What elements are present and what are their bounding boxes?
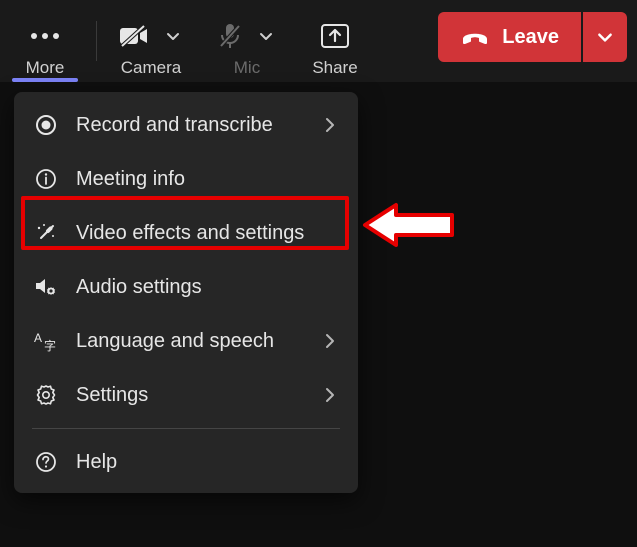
record-icon	[32, 114, 60, 136]
meeting-toolbar: More Camera Mic	[0, 0, 637, 82]
svg-text:A: A	[34, 331, 42, 345]
more-button[interactable]: More	[0, 0, 90, 82]
menu-item-record[interactable]: Record and transcribe	[14, 98, 358, 152]
svg-text:字: 字	[44, 338, 56, 352]
menu-item-meeting-info[interactable]: Meeting info	[14, 152, 358, 206]
menu-label: Settings	[76, 384, 320, 407]
hangup-icon	[460, 27, 490, 47]
mic-off-icon	[218, 23, 242, 49]
leave-button[interactable]: Leave	[438, 12, 581, 62]
more-label: More	[26, 58, 65, 78]
gear-icon	[32, 384, 60, 406]
menu-item-language[interactable]: A字 Language and speech	[14, 314, 358, 368]
magic-wand-icon	[32, 222, 60, 244]
menu-item-audio-settings[interactable]: Audio settings	[14, 260, 358, 314]
chevron-right-icon	[320, 117, 340, 133]
leave-dropdown[interactable]	[583, 12, 627, 62]
toolbar-separator	[96, 21, 97, 61]
menu-label: Meeting info	[76, 168, 340, 191]
camera-label: Camera	[121, 58, 181, 78]
share-label: Share	[312, 58, 357, 78]
more-menu: Record and transcribe Meeting info Video…	[14, 92, 358, 493]
help-icon	[32, 451, 60, 473]
menu-item-settings[interactable]: Settings	[14, 368, 358, 422]
menu-item-video-effects[interactable]: Video effects and settings	[14, 206, 358, 260]
menu-label: Help	[76, 451, 340, 474]
menu-label: Language and speech	[76, 330, 320, 353]
speaker-settings-icon	[32, 276, 60, 298]
menu-item-help[interactable]: Help	[14, 435, 358, 489]
mic-dropdown[interactable]	[256, 26, 276, 46]
leave-label: Leave	[502, 26, 559, 49]
camera-dropdown[interactable]	[163, 26, 183, 46]
menu-label: Video effects and settings	[76, 222, 340, 245]
active-tab-underline	[12, 78, 78, 82]
mic-label: Mic	[234, 58, 260, 78]
mic-button[interactable]: Mic	[199, 0, 295, 82]
info-icon	[32, 168, 60, 190]
share-screen-icon	[321, 24, 349, 48]
menu-label: Audio settings	[76, 276, 340, 299]
annotation-arrow	[362, 201, 458, 249]
camera-off-icon	[119, 24, 149, 48]
menu-separator	[32, 428, 340, 429]
camera-button[interactable]: Camera	[103, 0, 199, 82]
more-dots-icon	[30, 32, 60, 40]
menu-label: Record and transcribe	[76, 114, 320, 137]
chevron-right-icon	[320, 387, 340, 403]
share-button[interactable]: Share	[295, 0, 375, 82]
chevron-right-icon	[320, 333, 340, 349]
language-icon: A字	[32, 330, 60, 352]
leave-button-group: Leave	[438, 12, 627, 62]
